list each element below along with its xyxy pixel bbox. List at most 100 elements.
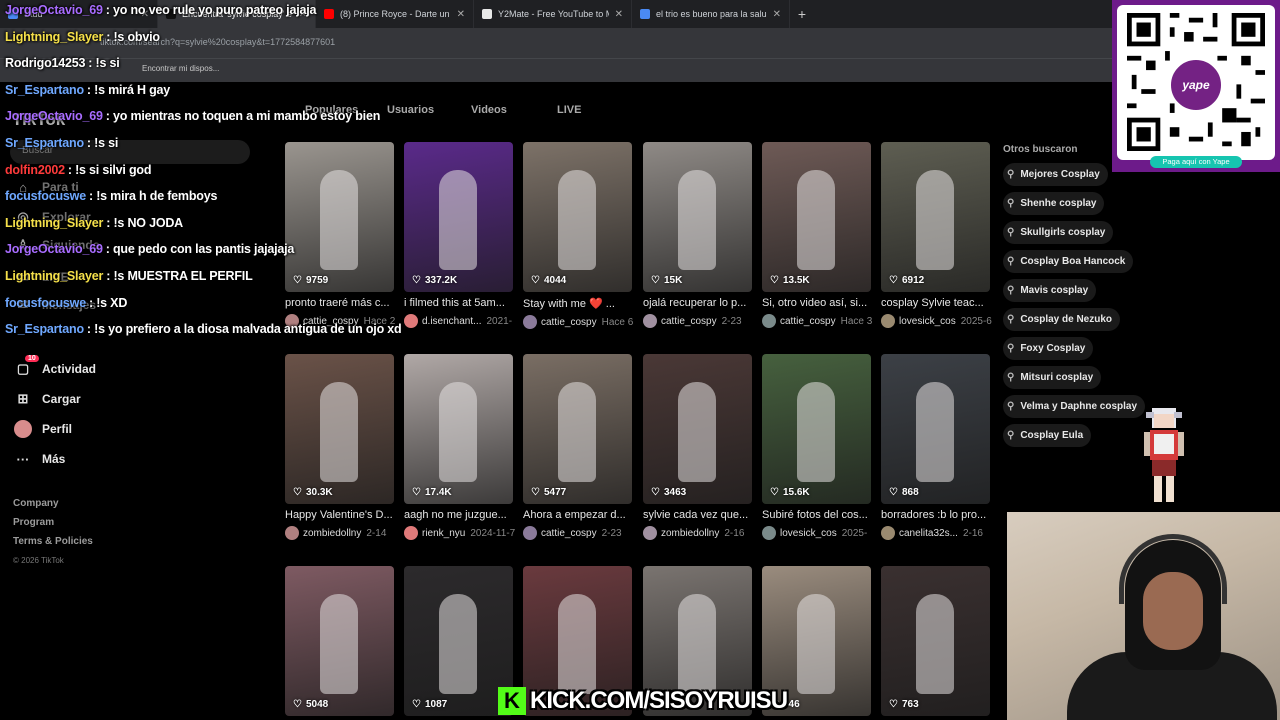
avatar xyxy=(14,420,32,438)
browser-tab[interactable]: Y2Mate - Free YouTube to MP3 ✕ xyxy=(474,0,632,28)
video-card[interactable]: ♡ 15.6K Subiré fotos del cos... lovesick_co… xyxy=(762,354,871,540)
video-card[interactable]: ♡ 868 borradores :b lo pro... canelita32s..… xyxy=(881,354,990,540)
video-card[interactable]: ♡ 5477 Ahora a empezar d... cattie_cospy 2-2… xyxy=(523,354,632,540)
tab-usuarios[interactable]: Usuarios xyxy=(387,104,434,116)
close-tab-icon[interactable]: ✕ xyxy=(773,9,781,20)
sidebar-item-más[interactable]: ··· Más xyxy=(14,450,66,468)
video-thumbnail[interactable]: ♡ 5477 xyxy=(523,354,632,504)
video-caption[interactable]: borradores :b lo pro... xyxy=(881,509,995,521)
author-name[interactable]: cattie_cospy xyxy=(661,316,717,327)
video-card[interactable]: ♡ 15K ojalá recuperar lo p... cattie_cospy 2… xyxy=(643,142,752,328)
tab-videos[interactable]: Videos xyxy=(471,104,507,116)
video-author[interactable]: cattie_cospy Hace 6 xyxy=(523,315,641,329)
video-author[interactable]: cattie_cospy 2-23 xyxy=(523,526,641,540)
video-caption[interactable]: cosplay Sylvie teac... xyxy=(881,297,995,309)
video-caption[interactable]: sylvie cada vez que... xyxy=(643,509,757,521)
video-author[interactable]: rienk_nyu 2024-11-7 xyxy=(404,526,522,540)
sidebar-item-actividad[interactable]: ▢ 10 Actividad xyxy=(14,355,96,378)
video-card[interactable]: ♡ 17.4K aagh no me juzgue... rienk_nyu 2024-… xyxy=(404,354,515,540)
new-tab-button[interactable]: + xyxy=(790,6,814,22)
tab-title: Y2Mate - Free YouTube to MP3 xyxy=(498,9,609,19)
related-search-chip[interactable]: ⚲ Foxy Cosplay xyxy=(1003,337,1094,360)
chat-text: : !s MUESTRA EL PERFIL xyxy=(106,268,253,283)
video-caption[interactable]: Ahora a empezar d... xyxy=(523,509,637,521)
video-thumbnail[interactable]: ♡ 17.4K xyxy=(404,354,513,504)
video-caption[interactable]: Subiré fotos del cos... xyxy=(762,509,876,521)
video-author[interactable]: cattie_cospy Hace 3 xyxy=(762,314,880,328)
chat-message: Sr_Espartano: !s mirá H gay xyxy=(5,83,385,110)
related-search-chip[interactable]: ⚲ Velma y Daphne cosplay xyxy=(1003,395,1146,418)
thumbnail-figure xyxy=(797,170,835,270)
video-card[interactable]: ♡ 4044 Stay with me ❤️ ... cattie_cospy Hace… xyxy=(523,142,633,329)
video-author[interactable]: lovesick_cos 2025-6 xyxy=(881,314,999,328)
browser-tab[interactable]: el trio es bueno para la salud - ✕ xyxy=(632,0,790,28)
footer-company[interactable]: Company xyxy=(13,498,59,509)
related-search-chip[interactable]: ⚲ Cosplay Eula xyxy=(1003,424,1092,447)
author-name[interactable]: cattie_cospy xyxy=(780,316,836,327)
video-thumbnail[interactable]: ♡ 15.6K xyxy=(762,354,871,504)
video-author[interactable]: canelita32s... 2-16 xyxy=(881,526,999,540)
related-search-chip[interactable]: ⚲ Skullgirls cosplay xyxy=(1003,221,1114,244)
video-thumbnail[interactable]: ♡ 763 xyxy=(881,566,990,716)
close-tab-icon[interactable]: ✕ xyxy=(457,9,465,20)
video-author[interactable]: d.isenchant... 2021- xyxy=(404,314,522,328)
related-search-chip[interactable]: ⚲ Cosplay de Nezuko xyxy=(1003,308,1121,331)
sidebar-item-cargar[interactable]: ⊞ Cargar xyxy=(14,390,81,408)
video-author[interactable]: lovesick_cos 2025- xyxy=(762,526,880,540)
author-name[interactable]: cattie_cospy xyxy=(541,528,597,539)
search-icon: ⚲ xyxy=(1007,198,1015,209)
video-card[interactable]: ♡ 13.5K Si, otro video así, si... cattie_co… xyxy=(762,142,872,328)
video-thumbnail[interactable]: ♡ 6912 xyxy=(881,142,990,292)
video-author[interactable]: cattie_cospy 2-23 xyxy=(643,314,761,328)
author-name[interactable]: lovesick_cos xyxy=(899,316,956,327)
author-name[interactable]: zombiedollny xyxy=(661,528,719,539)
related-search-chip[interactable]: ⚲ Mitsuri cosplay xyxy=(1003,366,1102,389)
search-icon: ⚲ xyxy=(1007,256,1015,267)
video-caption[interactable]: Stay with me ❤️ ... xyxy=(523,297,637,310)
video-thumbnail[interactable]: ♡ 5048 xyxy=(285,566,394,716)
author-name[interactable]: d.isenchant... xyxy=(422,316,481,327)
video-card[interactable]: ♡ 5048 xyxy=(285,566,394,716)
kick-logo-icon: K xyxy=(498,687,526,715)
author-name[interactable]: canelita32s... xyxy=(899,528,958,539)
sidebar-item-perfil[interactable]: Perfil xyxy=(14,420,72,438)
tab-live[interactable]: LIVE xyxy=(557,104,581,116)
author-name[interactable]: lovesick_cos xyxy=(780,528,837,539)
video-caption[interactable]: ojalá recuperar lo p... xyxy=(643,297,757,309)
video-card[interactable]: ♡ 763 xyxy=(881,566,990,716)
footer-terms[interactable]: Terms & Policies xyxy=(13,536,93,547)
video-thumbnail[interactable]: ♡ 4044 xyxy=(523,142,632,292)
author-name[interactable]: rienk_nyu xyxy=(422,528,465,539)
related-search-chip[interactable]: ⚲ Shenhe cosplay xyxy=(1003,192,1105,215)
video-caption[interactable]: aagh no me juzgue... xyxy=(404,509,518,521)
video-caption[interactable]: Happy Valentine's D... xyxy=(285,509,399,521)
footer-program[interactable]: Program xyxy=(13,517,54,528)
video-caption[interactable]: i filmed this at 5am... xyxy=(404,297,518,309)
video-thumbnail[interactable]: ♡ 15K xyxy=(643,142,752,292)
chat-username: Sr_Espartano xyxy=(5,82,84,97)
video-card[interactable]: ♡ 337.2K i filmed this at 5am... d.isenchan… xyxy=(404,142,513,328)
video-card[interactable]: ♡ 30.3K Happy Valentine's D... zombiedollny… xyxy=(285,354,394,540)
video-author[interactable]: zombiedollny 2-14 xyxy=(285,526,403,540)
thumbnail-figure xyxy=(558,594,596,694)
video-card[interactable]: ♡ 1087 xyxy=(404,566,513,716)
related-search-chip[interactable]: ⚲ Mavis cosplay xyxy=(1003,279,1097,302)
close-tab-icon[interactable]: ✕ xyxy=(615,9,623,20)
video-thumbnail[interactable]: ♡ 868 xyxy=(881,354,990,504)
author-name[interactable]: zombiedollny xyxy=(303,528,361,539)
video-card[interactable]: ♡ 6912 cosplay Sylvie teac... lovesick_cos 2… xyxy=(881,142,992,328)
tab-favicon-icon xyxy=(482,9,492,19)
video-thumbnail[interactable]: ♡ 3463 xyxy=(643,354,752,504)
video-author[interactable]: zombiedollny 2-16 xyxy=(643,526,761,540)
author-name[interactable]: cattie_cospy xyxy=(541,317,597,328)
chat-username: JorgeOctavio_69 xyxy=(5,109,103,124)
video-thumbnail[interactable]: ♡ 337.2K xyxy=(404,142,513,292)
video-thumbnail[interactable]: ♡ 1087 xyxy=(404,566,513,716)
related-search-chip[interactable]: ⚲ Cosplay Boa Hancock xyxy=(1003,250,1134,273)
video-card[interactable]: ♡ 3463 sylvie cada vez que... zombiedollny 2… xyxy=(643,354,752,540)
video-thumbnail[interactable]: ♡ 30.3K xyxy=(285,354,394,504)
thumbnail-figure xyxy=(558,382,596,482)
video-thumbnail[interactable]: ♡ 13.5K xyxy=(762,142,871,292)
related-search-chip[interactable]: ⚲ Mejores Cosplay xyxy=(1003,163,1108,186)
video-caption[interactable]: Si, otro video así, si... xyxy=(762,297,876,309)
